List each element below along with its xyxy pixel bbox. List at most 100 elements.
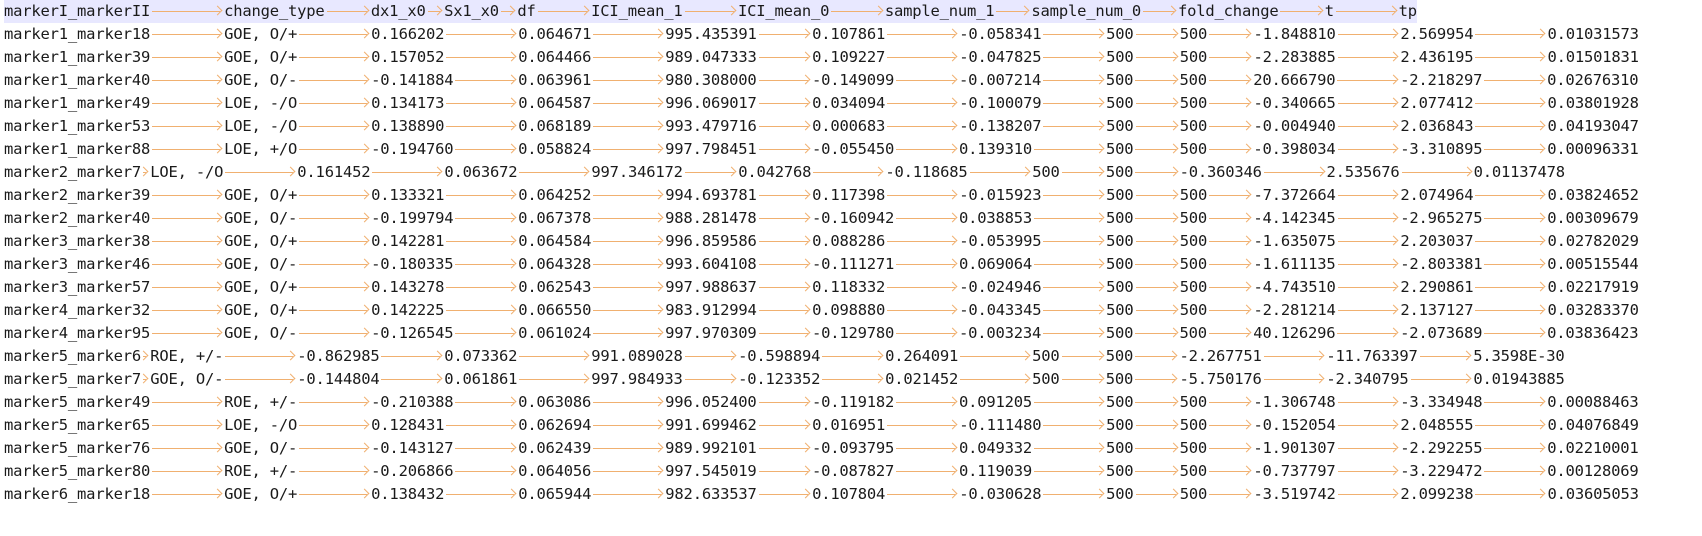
data-cell: 500 (1106, 301, 1134, 319)
data-cell: -2.340795 (1326, 370, 1409, 388)
data-cell: -0.003234 (958, 324, 1042, 342)
tab-arrow-icon (894, 138, 959, 161)
tab-arrow-icon (885, 299, 959, 322)
tab-arrow-icon (958, 368, 1032, 391)
tab-arrow-icon (591, 483, 665, 506)
data-cell: 997.984933 (591, 370, 683, 388)
tab-arrow-icon (379, 345, 444, 368)
tab-arrow-icon (1207, 299, 1253, 322)
tab-arrow-icon (1482, 391, 1547, 414)
tab-arrow-icon (885, 23, 959, 46)
tab-arrow-icon (444, 184, 518, 207)
data-cell: 500 (1106, 232, 1134, 250)
tab-arrow-icon (1336, 46, 1401, 69)
data-cell: -0.043345 (959, 301, 1042, 319)
data-cell: marker5_marker7 (4, 370, 141, 388)
data-line: marker4_marker32 GOE, O/+ 0.142225 0.066550… (4, 299, 1639, 322)
data-cell: 0.01137478 (1473, 163, 1566, 181)
data-cell: -0.111480 (959, 416, 1042, 434)
tab-arrow-icon (517, 345, 591, 368)
tab-arrow-icon (894, 69, 959, 92)
data-cell: marker6_marker18 (4, 485, 151, 503)
data-cell: -0.100079 (959, 94, 1042, 112)
data-line: marker5_marker80 ROE, +/- -0.206866 0.06405… (4, 460, 1639, 483)
data-cell: -0.398034 (1253, 140, 1336, 158)
tab-arrow-icon (150, 184, 224, 207)
data-cell: 0.118332 (812, 278, 886, 296)
tab-arrow-icon (894, 391, 959, 414)
data-cell: GOE, O/+ (224, 25, 298, 43)
data-cell: 995.435391 (665, 25, 757, 43)
tab-arrow-icon (1134, 276, 1180, 299)
data-cell: 2.048555 (1400, 416, 1474, 434)
data-cell: GOE, O/- (224, 439, 298, 457)
tab-arrow-icon (1133, 253, 1179, 276)
tab-arrow-icon (1473, 23, 1547, 46)
tab-arrow-icon (1336, 391, 1401, 414)
data-cell: 0.061861 (444, 370, 518, 388)
tab-arrow-icon (894, 253, 959, 276)
tab-arrow-icon (150, 437, 224, 460)
tab-arrow-icon (757, 138, 813, 161)
data-cell: 500 (1106, 278, 1134, 296)
data-cell: 997.988637 (665, 278, 757, 296)
tab-arrow-icon (444, 414, 518, 437)
tab-arrow-icon (150, 23, 224, 46)
data-cell: 0.064056 (518, 462, 592, 480)
data-cell: 0.098880 (812, 301, 886, 319)
data-cell: 0.063961 (518, 71, 592, 89)
tab-arrow-icon (453, 138, 518, 161)
data-cell: 0.088286 (812, 232, 886, 250)
data-cell: 2.569954 (1400, 25, 1474, 43)
tab-arrow-icon (1473, 92, 1547, 115)
data-cell: marker5_marker49 (4, 393, 151, 411)
tab-arrow-icon (1336, 483, 1401, 506)
tab-arrow-icon (1278, 0, 1324, 23)
data-cell: 0.119039 (958, 462, 1032, 480)
tab-arrow-icon (1482, 460, 1547, 483)
tab-arrow-icon (1134, 92, 1180, 115)
data-line: marker2_marker7 LOE, -/O 0.161452 0.063672 9… (4, 161, 1565, 184)
data-cell: 0.042768 (738, 163, 812, 181)
data-cell: 500 (1106, 48, 1134, 66)
tab-arrow-icon (1207, 23, 1253, 46)
tab-arrow-icon (894, 207, 959, 230)
data-cell: 0.00096331 (1547, 140, 1639, 158)
data-line: marker3_marker38 GOE, O/+ 0.142281 0.064584… (4, 230, 1639, 253)
data-line: marker5_marker7 GOE, O/- -0.144804 0.061861… (4, 368, 1565, 391)
tab-arrow-icon (536, 0, 592, 23)
data-cell: 991.089028 (591, 347, 683, 365)
data-cell: 0.073362 (444, 347, 518, 365)
data-cell: 2.099238 (1400, 485, 1474, 503)
tab-arrow-icon (1473, 276, 1547, 299)
data-line: marker5_marker76 GOE, O/- -0.143127 0.06243… (4, 437, 1639, 460)
data-cell: 500 (1105, 163, 1134, 181)
tab-arrow-icon (885, 184, 959, 207)
tab-arrow-icon (444, 92, 518, 115)
tab-arrow-icon (223, 161, 297, 184)
data-cell: ROE, +/- (224, 462, 298, 480)
tab-arrow-icon (958, 345, 1032, 368)
tab-arrow-icon (297, 69, 371, 92)
data-cell: 2.036843 (1400, 117, 1474, 135)
text-editor[interactable]: markerI_markerII change_type dx1_x0 Sx1_x0 d… (0, 0, 1702, 536)
tab-arrow-icon (517, 161, 591, 184)
data-cell: 500 (1106, 462, 1134, 480)
tab-arrow-icon (150, 414, 224, 437)
data-cell: 989.047333 (665, 48, 757, 66)
data-cell: 0.109227 (812, 48, 886, 66)
data-line: marker3_marker57 GOE, O/+ 0.143278 0.062543… (4, 276, 1639, 299)
tab-arrow-icon (757, 437, 813, 460)
tab-arrow-icon (297, 299, 371, 322)
tab-arrow-icon (1032, 391, 1106, 414)
data-cell: 996.069017 (665, 94, 757, 112)
tab-arrow-icon (591, 322, 665, 345)
data-cell: 0.038853 (958, 209, 1032, 227)
data-cell: -11.763397 (1326, 347, 1418, 365)
data-cell: 0.000683 (812, 117, 886, 135)
tab-arrow-icon (444, 230, 518, 253)
data-cell: 0.069064 (958, 255, 1032, 273)
tab-arrow-icon (894, 322, 959, 345)
tab-arrow-icon (1134, 184, 1180, 207)
tab-arrow-icon (150, 230, 224, 253)
